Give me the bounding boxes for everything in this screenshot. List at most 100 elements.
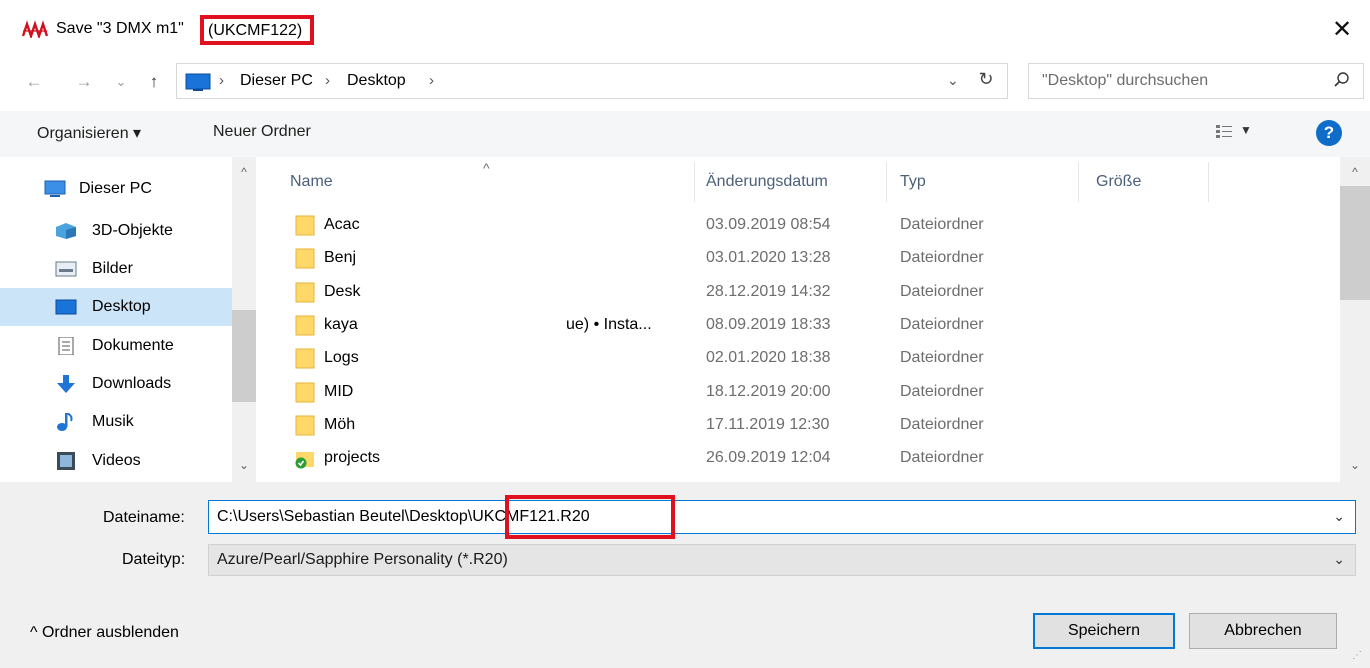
sidebar-item-bilder[interactable]: Bilder <box>0 250 232 288</box>
forward-button[interactable]: → <box>70 68 98 96</box>
filename-label: Dateiname: <box>103 509 185 526</box>
filename-dropdown-button[interactable]: ⌄ <box>1333 508 1345 525</box>
column-header-size[interactable]: Größe <box>1096 173 1141 191</box>
folder-icon <box>295 248 315 269</box>
file-name: kaya <box>324 315 358 333</box>
refresh-button[interactable]: ↻ <box>973 69 999 90</box>
recent-locations-button[interactable]: ⌄ <box>112 68 130 96</box>
3d-objects-icon <box>56 223 76 239</box>
column-header-type[interactable]: Typ <box>900 173 926 191</box>
sidebar-item-desktop[interactable]: Desktop <box>0 288 232 326</box>
file-type: Dateiordner <box>900 349 984 367</box>
breadcrumb-dieser-pc[interactable]: Dieser PC <box>240 72 313 90</box>
file-date: 18.12.2019 20:00 <box>706 382 831 400</box>
folder-synced-icon <box>295 452 314 469</box>
table-row[interactable]: Möh 17.11.2019 12:30 Dateiordner <box>258 411 1340 444</box>
breadcrumb-separator: › <box>325 72 330 89</box>
table-row[interactable]: Benj 03.01.2020 13:28 Dateiordner <box>258 244 1340 277</box>
close-button[interactable]: ✕ <box>1322 10 1362 50</box>
column-divider[interactable] <box>1208 162 1209 202</box>
column-header-date[interactable]: Änderungsdatum <box>706 173 828 191</box>
column-divider[interactable] <box>886 162 887 202</box>
title-highlight-text: (UKCMF122) <box>208 22 303 39</box>
title-annotation-box: (UKCMF122) <box>200 15 314 45</box>
file-name: Möh <box>324 415 356 433</box>
filetype-select[interactable]: Azure/Pearl/Sapphire Personality (*.R20)… <box>208 544 1356 576</box>
search-icon[interactable] <box>1333 71 1351 89</box>
videos-icon <box>57 452 75 470</box>
address-dropdown-button[interactable]: ⌄ <box>947 72 959 89</box>
sort-ascending-icon: ^ <box>483 160 490 176</box>
organize-menu-button[interactable]: Organisieren ▾ <box>37 123 141 143</box>
filename-annotation-box <box>505 495 675 539</box>
column-header-name[interactable]: Name <box>290 173 333 191</box>
file-list-scroll-up-button[interactable]: ^ <box>1343 165 1367 179</box>
file-list-scroll-down-button[interactable]: ⌄ <box>1343 458 1367 472</box>
cancel-button[interactable]: Abbrechen <box>1189 613 1337 649</box>
file-type: Dateiordner <box>900 282 984 300</box>
filetype-value: Azure/Pearl/Sapphire Personality (*.R20) <box>217 551 508 568</box>
pc-icon <box>185 73 211 91</box>
sidebar-scroll-up-button[interactable]: ^ <box>232 165 256 179</box>
file-type: Dateiordner <box>900 249 984 267</box>
music-icon <box>57 413 73 431</box>
table-row[interactable]: Logs 02.01.2020 18:38 Dateiordner <box>258 344 1340 377</box>
file-date: 26.09.2019 12:04 <box>706 449 831 467</box>
sidebar-item-dokumente[interactable]: Dokumente <box>0 327 232 365</box>
documents-icon <box>58 337 74 355</box>
sidebar-item-label: Musik <box>92 413 134 430</box>
save-button[interactable]: Speichern <box>1033 613 1175 649</box>
view-options-icon[interactable] <box>1215 123 1233 141</box>
folder-icon <box>295 348 315 369</box>
search-input[interactable]: "Desktop" durchsuchen <box>1028 63 1364 99</box>
sidebar-item-downloads[interactable]: Downloads <box>0 365 232 403</box>
file-name: MID <box>324 382 354 400</box>
command-bar: Organisieren ▾ Neuer Ordner ▼ ? <box>0 111 1370 157</box>
file-date: 08.09.2019 18:33 <box>706 315 831 333</box>
sidebar-scrollbar-thumb[interactable] <box>232 310 256 402</box>
window-title: Save "3 DMX m1" <box>56 20 184 37</box>
sidebar-item-label: Dieser PC <box>79 180 152 197</box>
hide-folders-button[interactable]: ^ Ordner ausblenden <box>30 624 179 642</box>
breadcrumb-separator: › <box>429 72 434 89</box>
folder-icon <box>295 282 315 303</box>
breadcrumb-separator: › <box>219 72 224 89</box>
resize-grip[interactable]: ⋰ <box>1352 650 1362 661</box>
file-type: Dateiordner <box>900 315 984 333</box>
table-row[interactable]: MID 18.12.2019 20:00 Dateiordner <box>258 378 1340 411</box>
table-row[interactable]: Acac 03.09.2019 08:54 Dateiordner <box>258 211 1340 244</box>
sidebar-item-dieser-pc[interactable]: Dieser PC <box>0 170 232 208</box>
file-type: Dateiordner <box>900 382 984 400</box>
table-row[interactable]: kaya ue) • Insta... 08.09.2019 18:33 Dateio… <box>258 311 1340 344</box>
sidebar-item-videos[interactable]: Videos <box>0 442 232 480</box>
help-icon[interactable]: ? <box>1316 120 1342 146</box>
filename-input[interactable]: C:\Users\Sebastian Beutel\Desktop\UKCMF1… <box>208 500 1356 534</box>
breadcrumb-desktop[interactable]: Desktop <box>347 72 406 90</box>
file-name: Desk <box>324 282 361 300</box>
table-row[interactable]: projects 26.09.2019 12:04 Dateiordner <box>258 444 1340 477</box>
pc-icon <box>44 180 66 197</box>
search-placeholder: "Desktop" durchsuchen <box>1042 72 1209 89</box>
pictures-icon <box>55 261 77 277</box>
file-name: projects <box>324 449 381 467</box>
up-button[interactable]: ↑ <box>140 68 168 96</box>
file-type: Dateiordner <box>900 216 984 233</box>
sidebar-item-label: Downloads <box>92 375 172 392</box>
file-list-scrollbar-thumb[interactable] <box>1340 186 1370 300</box>
file-date: 28.12.2019 14:32 <box>706 282 831 300</box>
filetype-dropdown-button[interactable]: ⌄ <box>1333 551 1345 568</box>
address-bar[interactable]: › Dieser PC › Desktop › ⌄ ↻ <box>176 63 1008 99</box>
sidebar-item-musik[interactable]: Musik <box>0 403 232 441</box>
sidebar-item-3d-objekte[interactable]: 3D-Objekte <box>0 212 232 250</box>
table-row[interactable]: Desk 28.12.2019 14:32 Dateiordner <box>258 278 1340 311</box>
file-name-overflow: ue) • Insta... <box>566 315 652 333</box>
column-divider[interactable] <box>1078 162 1079 202</box>
back-button[interactable]: ← <box>20 68 48 96</box>
sidebar-item-label: Dokumente <box>92 337 174 354</box>
sidebar-scroll-down-button[interactable]: ⌄ <box>232 458 256 472</box>
new-folder-button[interactable]: Neuer Ordner <box>213 123 311 141</box>
column-divider[interactable] <box>694 162 695 202</box>
file-type: Dateiordner <box>900 415 984 433</box>
view-dropdown-button[interactable]: ▼ <box>1240 123 1252 137</box>
downloads-icon <box>57 375 75 393</box>
